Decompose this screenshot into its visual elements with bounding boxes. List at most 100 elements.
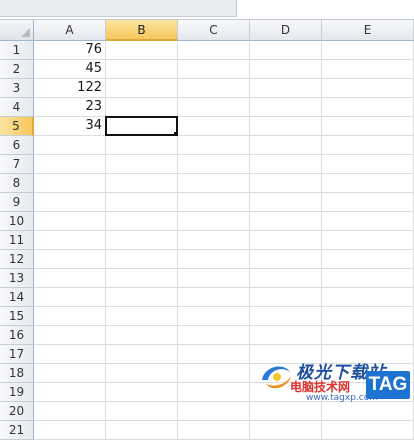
cell-e14[interactable] bbox=[322, 288, 414, 307]
cell-e4[interactable] bbox=[322, 98, 414, 117]
cell-a2[interactable]: 45 bbox=[34, 60, 106, 79]
name-box[interactable] bbox=[0, 0, 237, 17]
cell-b18[interactable] bbox=[106, 364, 178, 383]
cell-c12[interactable] bbox=[178, 250, 250, 269]
cell-d14[interactable] bbox=[250, 288, 322, 307]
cell-c10[interactable] bbox=[178, 212, 250, 231]
cell-e7[interactable] bbox=[322, 155, 414, 174]
row-header-19[interactable]: 19 bbox=[0, 383, 34, 402]
cell-d5[interactable] bbox=[250, 117, 322, 136]
row-header-21[interactable]: 21 bbox=[0, 421, 34, 440]
row-header-4[interactable]: 4 bbox=[0, 98, 34, 117]
row-header-8[interactable]: 8 bbox=[0, 174, 34, 193]
cell-d15[interactable] bbox=[250, 307, 322, 326]
cell-a9[interactable] bbox=[34, 193, 106, 212]
cell-d10[interactable] bbox=[250, 212, 322, 231]
cell-b5[interactable] bbox=[105, 116, 178, 136]
cell-a14[interactable] bbox=[34, 288, 106, 307]
cell-a5[interactable]: 34 bbox=[34, 117, 106, 136]
cell-a13[interactable] bbox=[34, 269, 106, 288]
fill-handle[interactable] bbox=[173, 131, 176, 134]
cell-b21[interactable] bbox=[106, 421, 178, 440]
cell-c9[interactable] bbox=[178, 193, 250, 212]
cell-c3[interactable] bbox=[178, 79, 250, 98]
row-header-2[interactable]: 2 bbox=[0, 60, 34, 79]
select-all-corner[interactable] bbox=[0, 20, 34, 41]
cell-e9[interactable] bbox=[322, 193, 414, 212]
cell-c16[interactable] bbox=[178, 326, 250, 345]
cell-d6[interactable] bbox=[250, 136, 322, 155]
row-header-10[interactable]: 10 bbox=[0, 212, 34, 231]
row-header-14[interactable]: 14 bbox=[0, 288, 34, 307]
row-header-7[interactable]: 7 bbox=[0, 155, 34, 174]
cell-d1[interactable] bbox=[250, 41, 322, 60]
cell-d21[interactable] bbox=[250, 421, 322, 440]
row-header-3[interactable]: 3 bbox=[0, 79, 34, 98]
cell-a11[interactable] bbox=[34, 231, 106, 250]
cell-e2[interactable] bbox=[322, 60, 414, 79]
cell-c8[interactable] bbox=[178, 174, 250, 193]
cell-a8[interactable] bbox=[34, 174, 106, 193]
row-header-1[interactable]: 1 bbox=[0, 41, 34, 60]
cell-a18[interactable] bbox=[34, 364, 106, 383]
cell-d9[interactable] bbox=[250, 193, 322, 212]
cell-b1[interactable] bbox=[106, 41, 178, 60]
cell-d16[interactable] bbox=[250, 326, 322, 345]
cell-d3[interactable] bbox=[250, 79, 322, 98]
column-header-e[interactable]: E bbox=[322, 20, 414, 41]
cell-b16[interactable] bbox=[106, 326, 178, 345]
cell-b8[interactable] bbox=[106, 174, 178, 193]
cell-e15[interactable] bbox=[322, 307, 414, 326]
cell-e8[interactable] bbox=[322, 174, 414, 193]
cell-e6[interactable] bbox=[322, 136, 414, 155]
cell-b6[interactable] bbox=[106, 136, 178, 155]
cell-b10[interactable] bbox=[106, 212, 178, 231]
row-header-15[interactable]: 15 bbox=[0, 307, 34, 326]
cell-a1[interactable]: 76 bbox=[34, 41, 106, 60]
cell-d11[interactable] bbox=[250, 231, 322, 250]
cell-a15[interactable] bbox=[34, 307, 106, 326]
cell-e21[interactable] bbox=[322, 421, 414, 440]
cell-b19[interactable] bbox=[106, 383, 178, 402]
cell-e12[interactable] bbox=[322, 250, 414, 269]
cell-e11[interactable] bbox=[322, 231, 414, 250]
cell-c13[interactable] bbox=[178, 269, 250, 288]
cell-c1[interactable] bbox=[178, 41, 250, 60]
row-header-13[interactable]: 13 bbox=[0, 269, 34, 288]
cell-c4[interactable] bbox=[178, 98, 250, 117]
cell-c14[interactable] bbox=[178, 288, 250, 307]
cell-a6[interactable] bbox=[34, 136, 106, 155]
cell-d2[interactable] bbox=[250, 60, 322, 79]
cell-a4[interactable]: 23 bbox=[34, 98, 106, 117]
cell-c20[interactable] bbox=[178, 402, 250, 421]
row-header-16[interactable]: 16 bbox=[0, 326, 34, 345]
cell-b12[interactable] bbox=[106, 250, 178, 269]
cell-b3[interactable] bbox=[106, 79, 178, 98]
column-header-d[interactable]: D bbox=[250, 20, 322, 41]
cell-b20[interactable] bbox=[106, 402, 178, 421]
cell-b11[interactable] bbox=[106, 231, 178, 250]
cell-c17[interactable] bbox=[178, 345, 250, 364]
cell-b9[interactable] bbox=[106, 193, 178, 212]
cell-c2[interactable] bbox=[178, 60, 250, 79]
cell-e3[interactable] bbox=[322, 79, 414, 98]
cell-a12[interactable] bbox=[34, 250, 106, 269]
cell-b17[interactable] bbox=[106, 345, 178, 364]
cell-b13[interactable] bbox=[106, 269, 178, 288]
cell-a17[interactable] bbox=[34, 345, 106, 364]
cell-c21[interactable] bbox=[178, 421, 250, 440]
cell-d7[interactable] bbox=[250, 155, 322, 174]
cell-a7[interactable] bbox=[34, 155, 106, 174]
cell-e1[interactable] bbox=[322, 41, 414, 60]
row-header-20[interactable]: 20 bbox=[0, 402, 34, 421]
cell-c18[interactable] bbox=[178, 364, 250, 383]
cell-c6[interactable] bbox=[178, 136, 250, 155]
row-header-18[interactable]: 18 bbox=[0, 364, 34, 383]
cell-c5[interactable] bbox=[178, 117, 250, 136]
cell-e16[interactable] bbox=[322, 326, 414, 345]
column-header-c[interactable]: C bbox=[178, 20, 250, 41]
cell-a21[interactable] bbox=[34, 421, 106, 440]
cell-b2[interactable] bbox=[106, 60, 178, 79]
column-header-a[interactable]: A bbox=[34, 20, 106, 41]
cell-b15[interactable] bbox=[106, 307, 178, 326]
